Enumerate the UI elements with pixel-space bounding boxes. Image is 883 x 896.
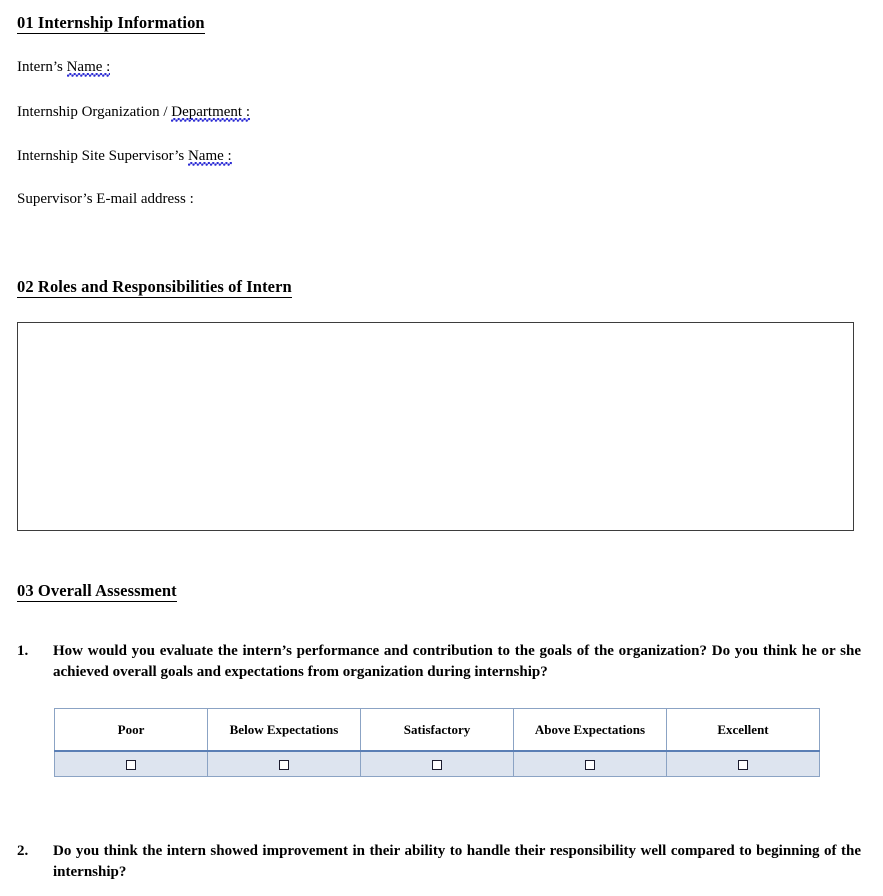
field-supervisor-name-prefix: Internship Site Supervisor’s xyxy=(17,148,188,164)
rating-header-excellent: Excellent xyxy=(666,708,820,752)
checkbox-icon-above-expectations[interactable] xyxy=(585,759,595,770)
roles-responsibilities-answer-box[interactable] xyxy=(17,322,854,531)
section-03-title: 03 Overall Assessment xyxy=(17,581,177,603)
rating-header-below-expectations: Below Expectations xyxy=(207,708,361,752)
rating-cell-excellent[interactable] xyxy=(666,750,820,777)
question-2: 2. Do you think the intern showed improv… xyxy=(0,841,883,882)
rating-cell-poor[interactable] xyxy=(54,750,208,777)
rating-scale-table-q1: Poor Below Expectations Satisfactory Abo… xyxy=(54,708,820,777)
section-heading-roles-responsibilities: 02 Roles and Responsibilities of Intern xyxy=(0,277,292,299)
document-page: 01 Internship Information Intern’s Name … xyxy=(0,0,883,896)
section-heading-internship-information: 01 Internship Information xyxy=(0,13,205,35)
rating-cell-below-expectations[interactable] xyxy=(207,750,361,777)
rating-cell-satisfactory[interactable] xyxy=(360,750,514,777)
section-01-title: 01 Internship Information xyxy=(17,13,205,35)
field-supervisor-email-label: Supervisor’s E-mail address : xyxy=(17,191,194,207)
rating-checkbox-row xyxy=(54,750,820,777)
field-supervisor-name: Internship Site Supervisor’s Name : xyxy=(0,148,232,166)
checkbox-icon-satisfactory[interactable] xyxy=(432,759,442,770)
section-02-title: 02 Roles and Responsibilities of Intern xyxy=(17,277,292,299)
rating-cell-above-expectations[interactable] xyxy=(513,750,667,777)
field-intern-name-prefix: Intern’s xyxy=(17,59,67,75)
field-supervisor-name-spellchecked: Name : xyxy=(187,148,232,166)
checkbox-icon-poor[interactable] xyxy=(126,759,136,770)
field-supervisor-email: Supervisor’s E-mail address : xyxy=(0,192,194,207)
rating-header-row: Poor Below Expectations Satisfactory Abo… xyxy=(54,708,820,752)
question-2-number: 2. xyxy=(17,843,29,859)
checkbox-icon-below-expectations[interactable] xyxy=(279,759,289,770)
field-organization-department: Internship Organization / Department : xyxy=(0,104,251,122)
question-2-text: Do you think the intern showed improveme… xyxy=(53,843,861,880)
question-1-number: 1. xyxy=(17,643,29,659)
rating-header-poor: Poor xyxy=(54,708,208,752)
field-intern-name-spellchecked: Name : xyxy=(66,59,111,77)
field-intern-name: Intern’s Name : xyxy=(0,59,111,77)
rating-header-satisfactory: Satisfactory xyxy=(360,708,514,752)
field-department-spellchecked: Department : xyxy=(171,104,251,122)
section-heading-overall-assessment: 03 Overall Assessment xyxy=(0,581,177,603)
rating-header-above-expectations: Above Expectations xyxy=(513,708,667,752)
question-1: 1. How would you evaluate the intern’s p… xyxy=(0,641,883,682)
checkbox-icon-excellent[interactable] xyxy=(738,759,748,770)
question-1-text: How would you evaluate the intern’s perf… xyxy=(53,643,861,680)
field-organization-prefix: Internship Organization / xyxy=(17,104,172,120)
